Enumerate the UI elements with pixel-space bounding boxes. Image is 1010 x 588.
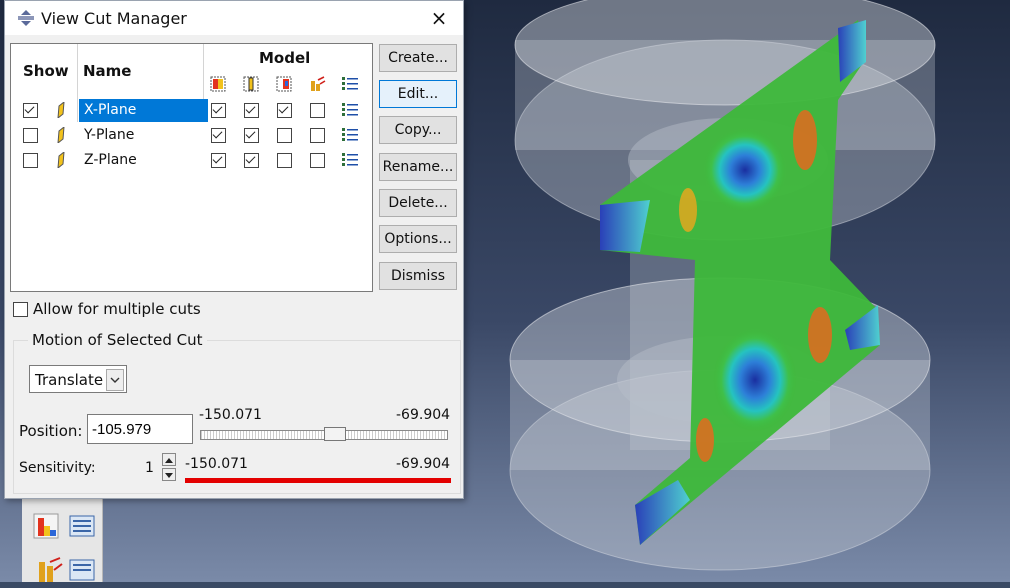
plane-icon (57, 152, 65, 168)
color-contour-icon (210, 76, 226, 92)
position-min-value: -150.071 (199, 407, 262, 423)
model-checkbox[interactable] (277, 153, 292, 168)
model-checkbox[interactable] (244, 153, 259, 168)
cut-face-icon (243, 76, 259, 92)
model-checkbox[interactable] (244, 103, 259, 118)
create-button[interactable]: Create... (379, 44, 457, 72)
contour-plot-icon (33, 513, 59, 539)
model-checkbox[interactable] (211, 153, 226, 168)
plot-options-tool-button[interactable] (68, 512, 96, 540)
model-column-header: Model (259, 49, 311, 67)
dismiss-button[interactable]: Dismiss (379, 262, 457, 290)
model-checkbox[interactable] (310, 128, 325, 143)
close-button[interactable]: × (421, 3, 457, 33)
model-checkbox[interactable] (310, 103, 325, 118)
field-output-tool-button[interactable] (68, 556, 96, 584)
table-row[interactable]: Z-Plane (11, 148, 372, 173)
deformed-shape-tool-button[interactable] (36, 556, 64, 584)
name-column-header: Name (83, 62, 132, 80)
cut-name-cell[interactable]: Y-Plane (79, 124, 208, 147)
table-row[interactable]: X-Plane (11, 98, 372, 123)
chevron-down-icon (106, 369, 124, 391)
model-checkbox[interactable] (211, 128, 226, 143)
options-list-icon[interactable] (341, 102, 359, 118)
sensitivity-value: 1 (145, 460, 154, 476)
options-list-icon (69, 515, 95, 537)
below-cut-icon (311, 76, 326, 91)
options-list-icon (342, 77, 358, 90)
cut-name-cell[interactable]: X-Plane (79, 99, 208, 122)
motion-group-title: Motion of Selected Cut (28, 331, 207, 349)
show-checkbox[interactable] (23, 128, 38, 143)
sensitivity-label: Sensitivity: (19, 460, 96, 476)
position-max-value: -69.904 (396, 407, 451, 423)
plane-icon (57, 102, 65, 118)
view-cut-manager-dialog: View Cut Manager × Show Name Model X-Pla… (4, 0, 464, 499)
model-checkbox[interactable] (244, 128, 259, 143)
edit-button[interactable]: Edit... (379, 80, 457, 108)
model-checkbox[interactable] (277, 103, 292, 118)
allow-multiple-cuts-checkbox[interactable] (13, 302, 28, 317)
cut-name-cell[interactable]: Z-Plane (79, 149, 208, 172)
sensitivity-min-value: -150.071 (185, 456, 248, 472)
copy-button[interactable]: Copy... (379, 116, 457, 144)
options-list-icon[interactable] (341, 127, 359, 143)
sensitivity-increase-button[interactable] (162, 453, 176, 466)
arrow-up-icon (165, 458, 173, 463)
model-checkbox[interactable] (211, 103, 226, 118)
position-input[interactable] (87, 414, 193, 444)
model-checkbox[interactable] (310, 153, 325, 168)
allow-multiple-cuts-label: Allow for multiple cuts (33, 300, 201, 318)
sensitivity-max-value: -69.904 (396, 456, 451, 472)
show-checkbox[interactable] (23, 103, 38, 118)
dialog-titlebar[interactable]: View Cut Manager × (5, 1, 463, 35)
position-label: Position: (19, 422, 83, 440)
delete-button[interactable]: Delete... (379, 189, 457, 217)
deformed-shape-icon (39, 557, 63, 582)
contour-plot-tool-button[interactable] (32, 512, 60, 540)
arrow-down-icon (165, 473, 173, 478)
motion-mode-value: Translate (35, 371, 104, 389)
rename-button[interactable]: Rename... (379, 153, 457, 181)
sensitivity-range-bar (185, 478, 451, 483)
table-row[interactable]: Y-Plane (11, 123, 372, 148)
show-column-header: Show (23, 62, 69, 80)
show-checkbox[interactable] (23, 153, 38, 168)
model-checkbox[interactable] (277, 128, 292, 143)
toolbox-strip (22, 498, 103, 582)
sensitivity-decrease-button[interactable] (162, 468, 176, 481)
position-slider-thumb[interactable] (324, 427, 347, 441)
cut-table: Show Name Model X-Plane Y-Plane Z-Plane (10, 43, 373, 292)
options-button[interactable]: Options... (379, 225, 457, 253)
view-cut-app-icon (18, 10, 34, 26)
options-list-icon[interactable] (341, 152, 359, 168)
above-cut-icon (276, 76, 292, 92)
plane-icon (57, 127, 65, 143)
dialog-title: View Cut Manager (41, 9, 187, 28)
motion-mode-select[interactable]: Translate (29, 365, 127, 393)
options-list-icon (69, 559, 95, 581)
